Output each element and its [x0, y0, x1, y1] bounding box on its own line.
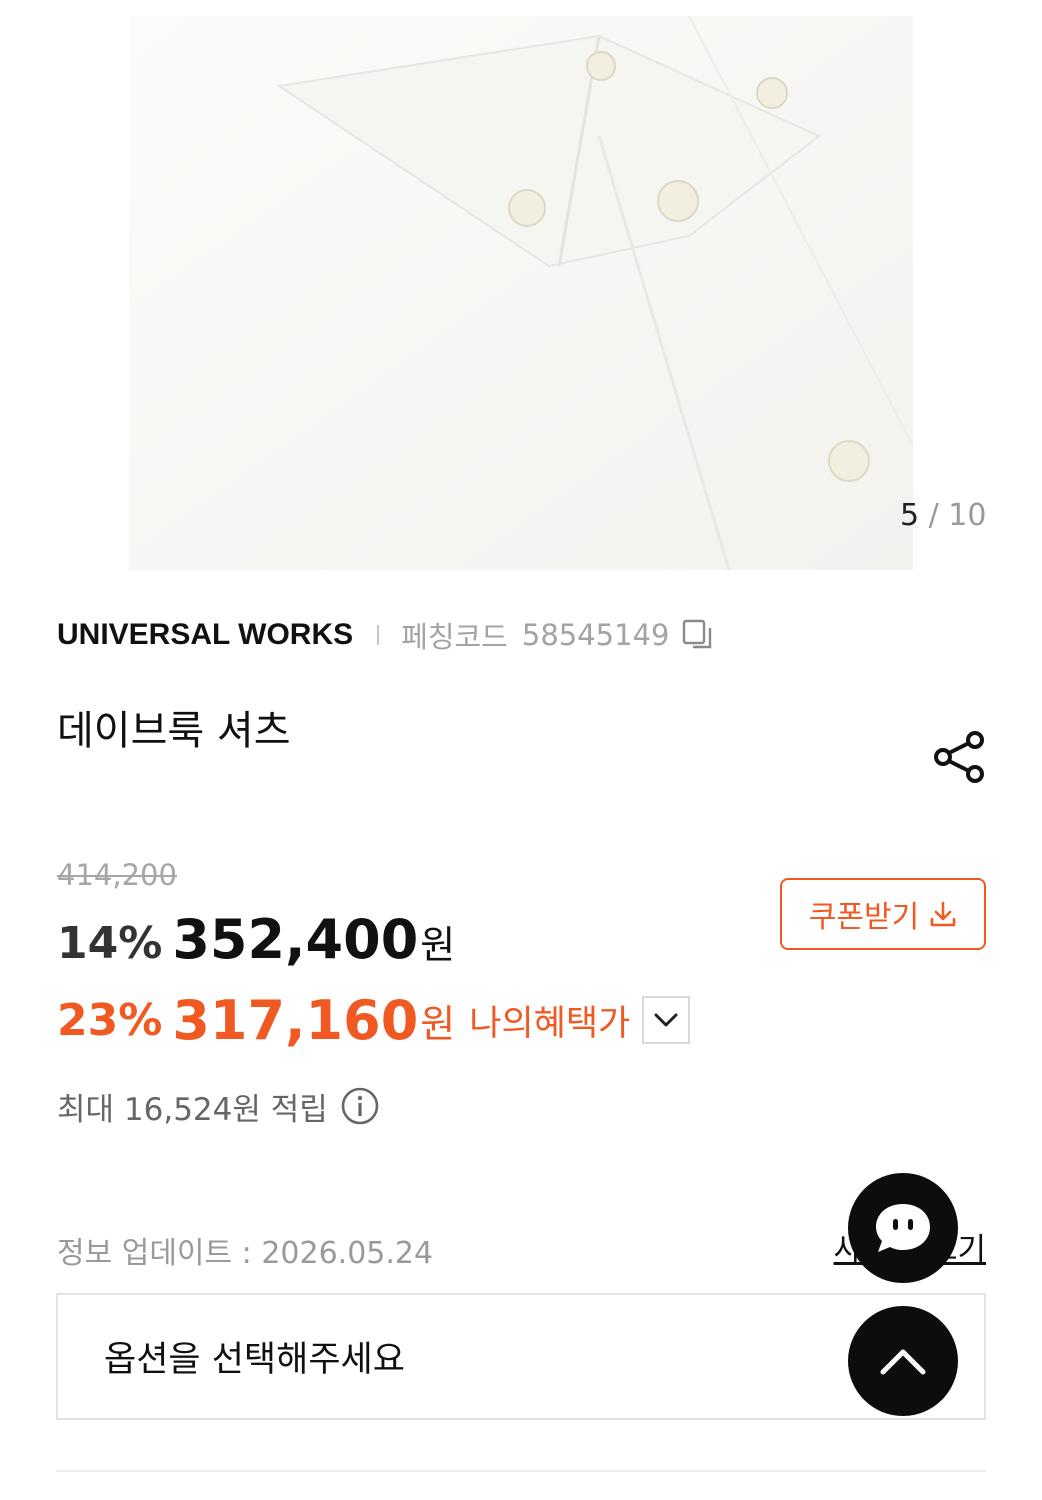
coupon-download-button[interactable]: 쿠폰받기: [780, 878, 986, 950]
sale-price: 352,400: [172, 908, 419, 971]
sale-price-unit: 원: [420, 923, 456, 967]
chevron-up-icon: [880, 1349, 926, 1375]
option-select[interactable]: 옵션을 선택해주세요: [56, 1293, 986, 1420]
chevron-down-icon: [654, 1013, 678, 1027]
brand-name[interactable]: UNIVERSAL WORKS: [57, 618, 353, 652]
image-counter-current: 5: [900, 498, 920, 533]
image-counter: 5 / 10: [900, 498, 986, 533]
info-icon[interactable]: [340, 1086, 380, 1126]
sale-price-row: 14% 352,400 원: [57, 908, 455, 974]
product-code-value: 58545149: [521, 618, 670, 652]
info-update-text: 정보 업데이트 : 2026.05.24: [57, 1236, 434, 1271]
download-icon: [930, 901, 956, 927]
scroll-to-top-button[interactable]: [848, 1306, 958, 1416]
points-text: 최대 16,524원 적립: [57, 1091, 328, 1128]
benefit-price-label: 나의혜택가: [469, 1003, 631, 1044]
section-divider: [56, 1470, 986, 1472]
discount-rate: 14%: [57, 918, 163, 969]
benefit-price-unit: 원: [420, 1001, 456, 1046]
chat-icon: [876, 1204, 930, 1252]
option-select-placeholder: 옵션을 선택해주세요: [104, 1340, 405, 1380]
coupon-button-label: 쿠폰받기: [808, 900, 920, 935]
image-counter-separator: /: [919, 498, 949, 533]
benefit-price-row: 23% 317,160 원 나의혜택가: [57, 985, 691, 1055]
benefit-price: 317,160: [172, 988, 419, 1052]
benefit-details-toggle[interactable]: [642, 996, 691, 1044]
original-price: 414,200: [57, 858, 177, 892]
product-code-label: 페칭코드: [401, 620, 508, 654]
product-image[interactable]: [129, 16, 913, 570]
shirt-photo: [129, 16, 913, 570]
points-row: 최대 16,524원 적립: [57, 1084, 380, 1128]
chat-button[interactable]: [848, 1173, 958, 1283]
product-title: 데이브룩 셔츠: [57, 708, 291, 754]
brand-row: UNIVERSAL WORKS 페칭코드 58545149: [57, 614, 715, 656]
share-icon[interactable]: [930, 728, 988, 786]
benefit-rate: 23%: [57, 994, 163, 1046]
divider: [377, 625, 380, 645]
image-counter-total: 10: [948, 498, 987, 533]
copy-icon[interactable]: [681, 618, 715, 652]
